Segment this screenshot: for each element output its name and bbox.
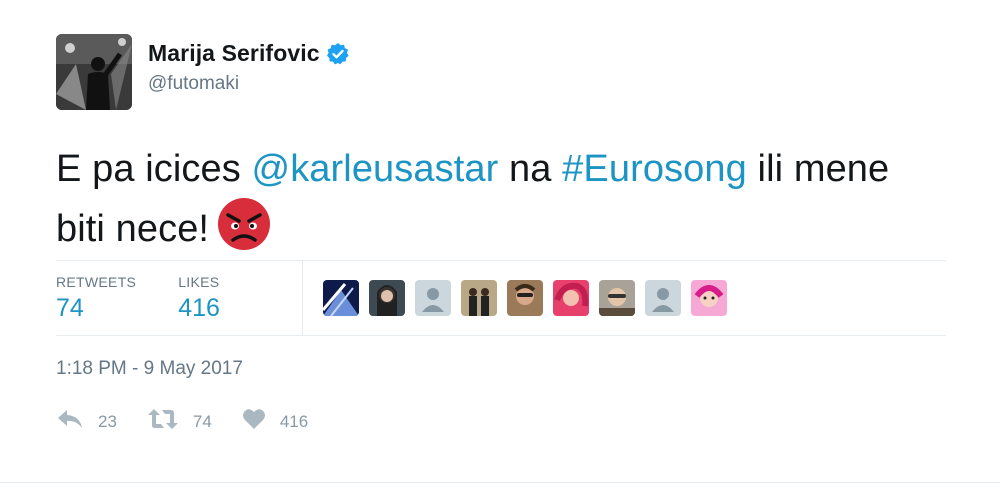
engagement-stats: RETWEETS 74 LIKES 416 (56, 260, 946, 336)
author-avatar[interactable] (56, 34, 132, 110)
liker-avatar[interactable] (322, 280, 359, 316)
liker-avatar[interactable] (368, 280, 405, 316)
tweet-text: E pa icices @karleusastar na #Eurosong i… (56, 142, 936, 267)
liker-avatar[interactable] (460, 280, 497, 316)
mention-link[interactable]: @karleusastar (252, 148, 499, 190)
author-names: Marija Serifovic @futomaki (148, 40, 350, 95)
hashtag-link[interactable]: #Eurosong (562, 148, 747, 190)
likes-value: 416 (178, 293, 220, 322)
likers-avatar-list (322, 280, 737, 316)
retweets-stat[interactable]: RETWEETS 74 (56, 274, 136, 323)
likes-stat[interactable]: LIKES 416 (178, 274, 220, 323)
liker-avatar[interactable] (598, 280, 635, 316)
liker-avatar[interactable] (506, 280, 543, 316)
verified-badge-icon (326, 42, 350, 66)
retweet-button[interactable]: 74 (147, 408, 212, 435)
stats-divider (301, 261, 303, 335)
liker-avatar[interactable] (552, 280, 589, 316)
reply-button[interactable]: 23 (56, 408, 117, 435)
like-button[interactable]: 416 (242, 408, 308, 435)
author-handle[interactable]: @futomaki (148, 73, 350, 95)
tweet-timestamp[interactable]: 1:18 PM - 9 May 2017 (56, 358, 243, 380)
tweet-text-part: E pa icices (56, 148, 252, 190)
retweet-count: 74 (192, 411, 212, 431)
liker-avatar-default[interactable] (644, 280, 681, 316)
liker-avatar-default[interactable] (414, 280, 451, 316)
liker-avatar[interactable] (690, 280, 727, 316)
angry-face-icon (217, 197, 271, 267)
likes-label: LIKES (178, 273, 220, 290)
card-bottom-border (0, 482, 1000, 483)
tweet-header: Marija Serifovic @futomaki (56, 34, 946, 112)
retweet-icon (147, 408, 179, 435)
reply-count: 23 (98, 411, 117, 431)
like-count: 416 (279, 411, 309, 431)
author-fullname[interactable]: Marija Serifovic (148, 40, 320, 67)
tweet-card: Marija Serifovic @futomaki E pa icices @… (56, 34, 946, 431)
retweets-label: RETWEETS (56, 273, 137, 290)
retweets-value: 74 (56, 293, 84, 322)
tweet-text-part: na (498, 148, 563, 190)
heart-icon (242, 408, 266, 435)
tweet-actions: 23 74 416 (56, 408, 338, 435)
reply-icon (56, 408, 84, 435)
